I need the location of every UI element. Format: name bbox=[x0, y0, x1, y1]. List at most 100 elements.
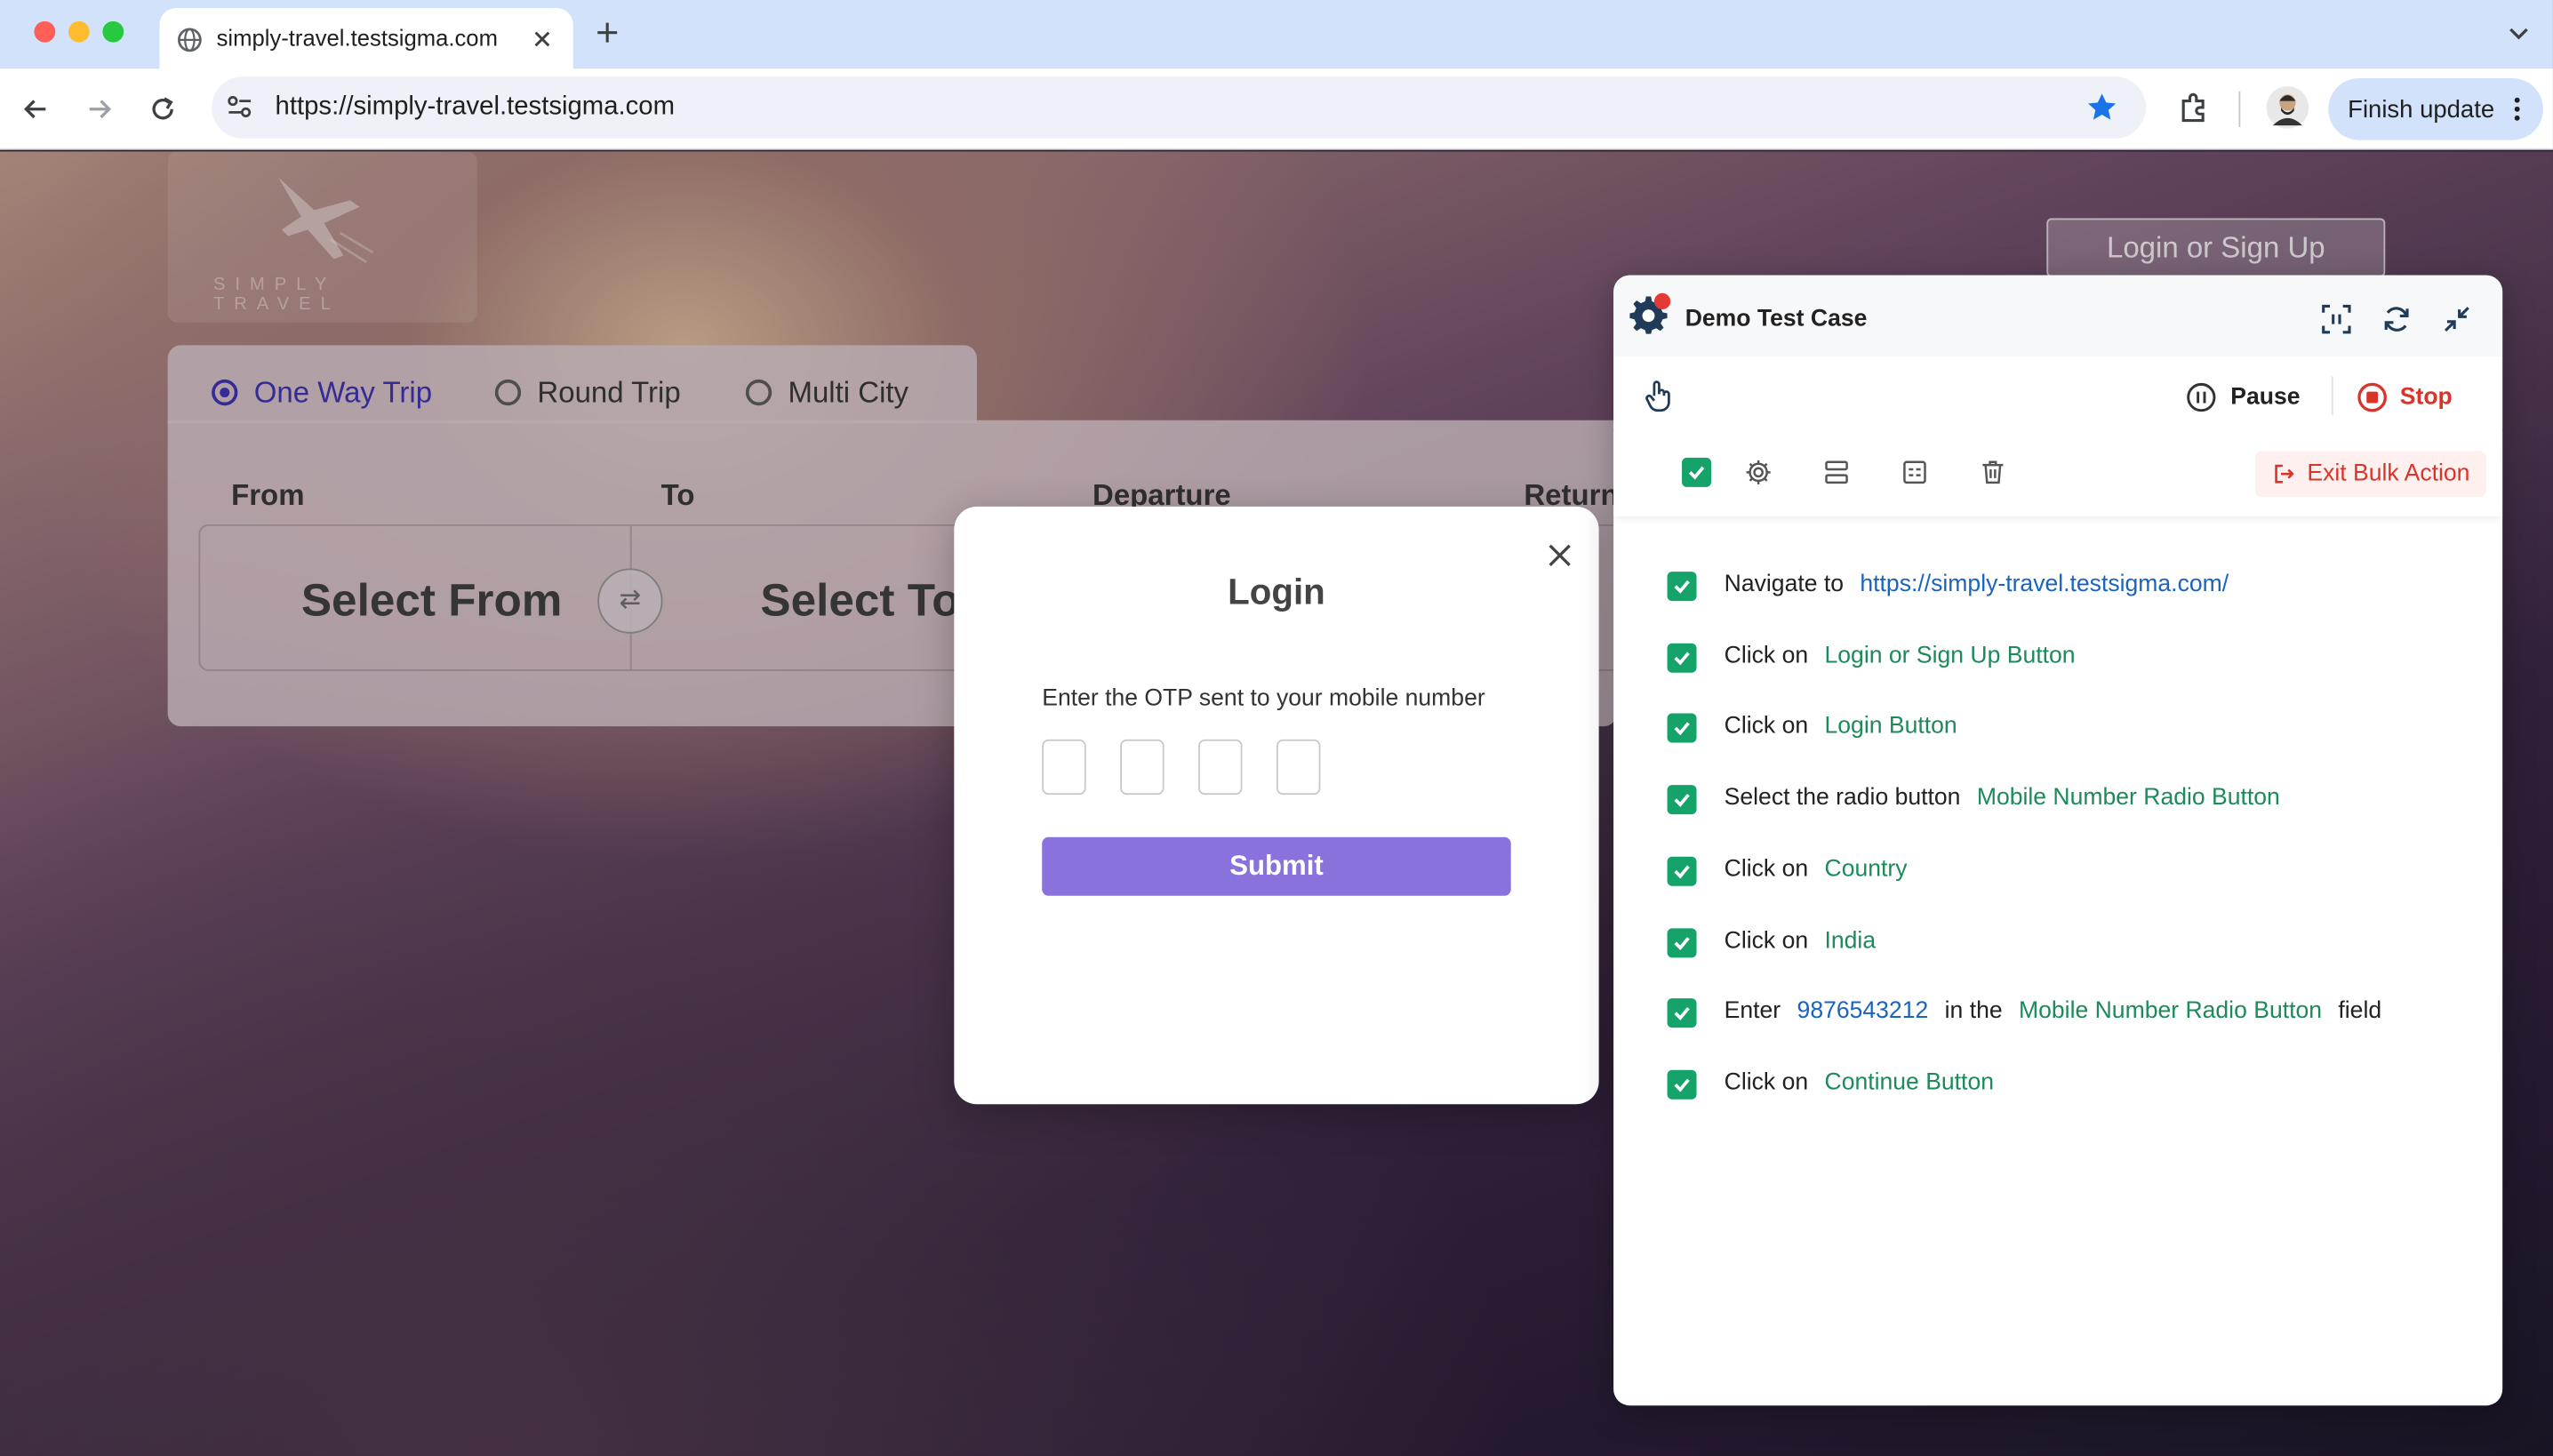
maximize-window-button[interactable] bbox=[102, 20, 124, 43]
minimize-panel-icon[interactable] bbox=[2441, 303, 2474, 336]
check-icon bbox=[1674, 865, 1690, 879]
bookmark-star-icon[interactable] bbox=[2085, 92, 2118, 124]
test-step[interactable]: Select the radio button Mobile Number Ra… bbox=[1613, 780, 2502, 820]
test-step-current[interactable]: Click on India bbox=[1613, 924, 2502, 963]
step-element[interactable]: Login Button bbox=[1825, 714, 1957, 740]
recording-indicator bbox=[1653, 292, 1671, 310]
test-recorder-panel: Demo Test Case Pause Stop Exit Bulk Acti… bbox=[1613, 275, 2503, 1406]
check-icon bbox=[1674, 937, 1690, 951]
refresh-icon[interactable] bbox=[2381, 303, 2413, 336]
test-step[interactable]: Enter 9876543212 in the Mobile Number Ra… bbox=[1613, 994, 2502, 1033]
select-all-checkbox[interactable] bbox=[1682, 457, 1712, 487]
check-icon bbox=[1674, 1078, 1690, 1092]
step-text: Click on Login or Sign Up Button bbox=[1725, 644, 2076, 669]
settings-gear-icon[interactable] bbox=[1744, 458, 1773, 487]
tab-search-chevron-icon[interactable] bbox=[2506, 20, 2532, 45]
step-action: Navigate to bbox=[1724, 572, 1845, 598]
url-text[interactable]: https://simply-travel.testsigma.com bbox=[276, 92, 675, 122]
minimize-window-button[interactable] bbox=[68, 20, 90, 43]
check-icon bbox=[1674, 793, 1690, 807]
step-checkbox[interactable] bbox=[1667, 713, 1697, 743]
step-value[interactable]: 9876543212 bbox=[1797, 998, 1929, 1024]
step-text: Click on India bbox=[1725, 928, 1876, 954]
close-tab-icon[interactable] bbox=[532, 29, 552, 49]
step-action: Click on bbox=[1724, 928, 1809, 955]
test-step[interactable]: Click on Country bbox=[1613, 852, 2502, 891]
otp-digit-2[interactable] bbox=[1120, 739, 1164, 796]
address-bar[interactable]: https://simply-travel.testsigma.com bbox=[212, 76, 2147, 139]
step-action: Select the radio button bbox=[1724, 785, 1961, 812]
otp-digit-1[interactable] bbox=[1042, 739, 1086, 796]
step-element[interactable]: Mobile Number Radio Button bbox=[1977, 785, 2280, 811]
stop-icon[interactable] bbox=[2356, 381, 2389, 414]
trash-icon[interactable] bbox=[1978, 458, 2007, 487]
check-icon bbox=[1674, 1006, 1690, 1020]
browser-tab[interactable]: simply-travel.testsigma.com bbox=[159, 8, 573, 68]
test-step[interactable]: Click on Continue Button bbox=[1613, 1065, 2502, 1104]
profile-avatar[interactable] bbox=[2266, 86, 2309, 129]
site-settings-icon[interactable] bbox=[227, 94, 254, 120]
step-group-icon[interactable] bbox=[1900, 458, 1929, 487]
submit-button[interactable]: Submit bbox=[1042, 836, 1511, 896]
recorder-controls: Pause Stop bbox=[1613, 356, 2503, 428]
exit-bulk-action-label: Exit Bulk Action bbox=[2307, 460, 2470, 487]
stop-button[interactable]: Stop bbox=[2400, 384, 2453, 410]
exit-bulk-action-button[interactable]: Exit Bulk Action bbox=[2254, 451, 2486, 497]
finish-update-label: Finish update bbox=[2348, 96, 2495, 124]
check-icon bbox=[1674, 722, 1690, 736]
back-arrow-icon[interactable] bbox=[21, 94, 51, 124]
extensions-puzzle-icon[interactable] bbox=[2177, 92, 2210, 124]
step-checkbox[interactable] bbox=[1667, 928, 1697, 958]
test-step[interactable]: Click on Login or Sign Up Button bbox=[1613, 638, 2502, 677]
bulk-action-toolbar: Exit Bulk Action bbox=[1613, 431, 2503, 516]
step-url[interactable]: https://simply-travel.testsigma.com/ bbox=[1860, 572, 2229, 597]
check-icon bbox=[1674, 580, 1690, 594]
step-text: Click on Login Button bbox=[1725, 714, 1957, 740]
step-suffix: field bbox=[2338, 998, 2382, 1025]
step-checkbox[interactable] bbox=[1667, 1069, 1697, 1100]
check-icon bbox=[1688, 466, 1705, 480]
globe-icon bbox=[177, 28, 202, 52]
finish-update-button[interactable]: Finish update bbox=[2328, 77, 2543, 140]
panel-header: Demo Test Case bbox=[1613, 275, 2503, 357]
close-icon[interactable] bbox=[1543, 539, 1576, 572]
forward-arrow-icon[interactable] bbox=[84, 94, 114, 124]
step-element[interactable]: India bbox=[1825, 928, 1877, 954]
step-text: Click on Continue Button bbox=[1725, 1070, 1994, 1096]
close-window-button[interactable] bbox=[34, 20, 56, 43]
step-checkbox[interactable] bbox=[1667, 572, 1697, 602]
step-checkbox[interactable] bbox=[1667, 856, 1697, 886]
step-element[interactable]: Login or Sign Up Button bbox=[1825, 644, 2076, 669]
step-action: Click on bbox=[1724, 856, 1809, 884]
otp-prompt: Enter the OTP sent to your mobile number bbox=[1042, 685, 1485, 712]
step-text: Select the radio button Mobile Number Ra… bbox=[1725, 785, 2280, 811]
capture-element-icon[interactable] bbox=[2320, 303, 2353, 336]
step-action: Click on bbox=[1724, 713, 1809, 740]
login-modal: Login Enter the OTP sent to your mobile … bbox=[954, 506, 1599, 1105]
step-connector: in the bbox=[1944, 998, 2003, 1025]
otp-digit-4[interactable] bbox=[1276, 739, 1321, 796]
pointer-hand-icon[interactable] bbox=[1641, 378, 1677, 413]
test-step[interactable]: Navigate to https://simply-travel.testsi… bbox=[1613, 567, 2502, 606]
pause-button[interactable]: Pause bbox=[2230, 384, 2300, 410]
test-step[interactable]: Click on Login Button bbox=[1613, 708, 2502, 748]
step-text: Click on Country bbox=[1725, 857, 1908, 883]
new-tab-icon[interactable] bbox=[595, 20, 620, 45]
step-text: Navigate to https://simply-travel.testsi… bbox=[1725, 572, 2229, 597]
step-action: Enter bbox=[1724, 998, 1781, 1025]
step-element[interactable]: Mobile Number Radio Button bbox=[2019, 998, 2322, 1024]
reload-icon[interactable] bbox=[148, 94, 178, 124]
step-checkbox[interactable] bbox=[1667, 998, 1697, 1028]
browser-tab-bar: simply-travel.testsigma.com bbox=[0, 0, 2553, 68]
otp-digit-3[interactable] bbox=[1198, 739, 1243, 796]
tab-title: simply-travel.testsigma.com bbox=[216, 24, 498, 51]
controls-divider bbox=[2331, 376, 2333, 416]
browser-toolbar: https://simply-travel.testsigma.com Fini… bbox=[0, 68, 2553, 150]
step-element[interactable]: Country bbox=[1825, 857, 1908, 883]
pause-icon[interactable] bbox=[2185, 381, 2218, 414]
step-element[interactable]: Continue Button bbox=[1825, 1070, 1994, 1096]
kebab-menu-icon bbox=[2514, 97, 2520, 121]
step-checkbox[interactable] bbox=[1667, 785, 1697, 815]
step-checkbox[interactable] bbox=[1667, 643, 1697, 673]
group-steps-icon[interactable] bbox=[1822, 458, 1852, 487]
